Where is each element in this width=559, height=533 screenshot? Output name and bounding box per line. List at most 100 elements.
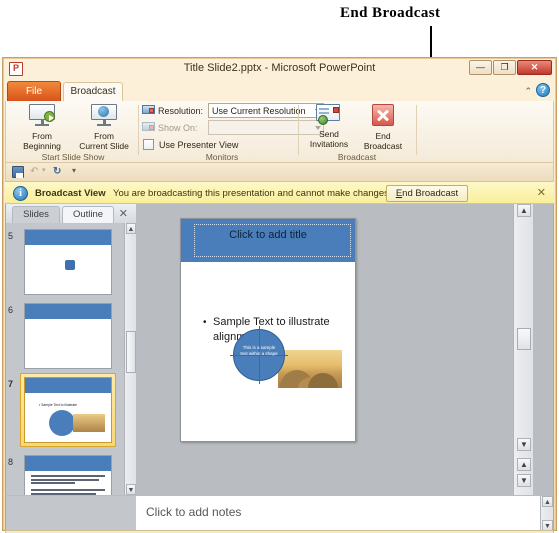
end-broadcast-label-1: End <box>375 131 391 141</box>
scroll-down-icon[interactable]: ▼ <box>517 438 531 451</box>
ribbon: From Beginning From Current Slide Start … <box>5 101 554 163</box>
scroll-up-icon[interactable]: ▲ <box>126 223 136 234</box>
shape-text-line-2: text within a shape <box>240 351 278 356</box>
send-invitations-label-2: Invitations <box>309 139 349 149</box>
scroll-down-icon[interactable]: ▼ <box>126 484 136 495</box>
from-current-slide-icon <box>74 104 134 128</box>
next-slide-icon[interactable]: ▼ <box>517 474 531 487</box>
tab-broadcast[interactable]: Broadcast <box>63 82 123 101</box>
thumbnail-title-band <box>25 456 111 471</box>
info-icon: i <box>13 186 28 201</box>
use-presenter-view-label: Use Presenter View <box>159 140 239 150</box>
broadcast-banner: i Broadcast View You are broadcasting th… <box>5 181 554 204</box>
window-controls: — ❐ ✕ <box>469 60 552 75</box>
ribbon-tabs: File Broadcast ⌃ ? <box>3 80 556 101</box>
from-current-slide-label-1: From <box>94 131 114 141</box>
resolution-label: Resolution: <box>158 106 204 116</box>
thumbnail-slide-7[interactable]: 7 • Sample Text to illustrate <box>8 373 116 447</box>
notes-placeholder[interactable]: Click to add notes <box>146 505 241 519</box>
thumbnail-card: • Sample Text to illustrate <box>24 377 112 443</box>
thumbnail-list: 5 6 7 • Sample Text to illustrate 8 <box>6 223 124 495</box>
undo-icon[interactable]: ↶ <box>30 166 38 177</box>
thumbnail-number: 6 <box>8 305 14 315</box>
resolution-value: Use Current Resolution <box>212 106 306 116</box>
previous-slide-icon[interactable]: ▲ <box>517 458 531 471</box>
ribbon-group-start-slide-show: From Beginning From Current Slide Start … <box>10 101 136 163</box>
show-on-icon <box>142 122 155 133</box>
end-broadcast-banner-label: nd Broadcast <box>402 188 459 199</box>
end-broadcast-banner-button[interactable]: End Broadcast <box>386 185 468 202</box>
thumbnail-slide-6[interactable]: 6 <box>8 303 112 369</box>
scrollbar-thumb[interactable] <box>517 328 531 350</box>
thumbnail-circle-shape <box>49 410 75 436</box>
thumbnail-paragraphs <box>31 475 105 495</box>
send-invitations-icon <box>302 104 356 126</box>
slides-pane-scrollbar[interactable]: ▲ ▼ <box>124 223 136 495</box>
help-icon[interactable]: ? <box>536 83 550 97</box>
restore-button[interactable]: ❐ <box>493 60 516 75</box>
end-broadcast-label-2: Broadcast <box>363 141 403 151</box>
scroll-up-icon[interactable]: ▲ <box>517 204 531 217</box>
undo-dropdown-icon[interactable]: ▾ <box>42 166 46 174</box>
thumbnail-title-band <box>25 304 111 319</box>
send-invitations-button[interactable]: Send Invitations <box>302 104 356 149</box>
thumbnail-card <box>24 455 112 495</box>
minimize-button[interactable]: — <box>469 60 492 75</box>
from-beginning-label-2: Beginning <box>23 141 61 151</box>
shape-text: This is a sample text within a shape <box>237 345 281 357</box>
notes-left-filler <box>6 496 136 531</box>
powerpoint-window: P Title Slide2.pptx - Microsoft PowerPoi… <box>2 57 557 533</box>
thumbnail-clipart <box>65 260 75 270</box>
from-current-slide-button[interactable]: From Current Slide <box>74 104 134 151</box>
tab-outline[interactable]: Outline <box>62 206 114 223</box>
ribbon-separator-1 <box>138 105 139 155</box>
scroll-up-icon[interactable]: ▲ <box>542 496 553 507</box>
notes-scrollbar[interactable]: ▲ ▼ <box>540 496 553 531</box>
picture-hill-2 <box>308 373 338 388</box>
end-broadcast-ribbon-button[interactable]: End Broadcast <box>356 104 410 151</box>
thumbnail-slide-8[interactable]: 8 <box>8 455 112 495</box>
title-bar: P Title Slide2.pptx - Microsoft PowerPoi… <box>3 58 556 80</box>
thumbnail-card <box>24 229 112 295</box>
redo-icon[interactable]: ↻ <box>53 166 61 177</box>
ribbon-separator-3 <box>416 105 417 155</box>
banner-message: You are broadcasting this presentation a… <box>113 188 392 199</box>
group-label-start-slide-show: Start Slide Show <box>41 152 105 162</box>
thumbnail-number: 8 <box>8 457 14 467</box>
resolution-icon <box>142 105 155 116</box>
from-beginning-icon <box>12 104 72 128</box>
tab-file[interactable]: File <box>7 81 61 101</box>
from-beginning-button[interactable]: From Beginning <box>12 104 72 151</box>
annotation-label: End Broadcast <box>340 5 441 21</box>
close-button[interactable]: ✕ <box>517 60 552 75</box>
banner-title: Broadcast View <box>35 188 106 199</box>
thumbnail-body-text: • Sample Text to illustrate <box>39 403 78 407</box>
save-icon[interactable] <box>12 166 24 178</box>
tab-slides[interactable]: Slides <box>12 206 60 223</box>
work-area: Slides Outline ✕ 5 6 7 • Sample Text to … <box>5 204 554 495</box>
slide-canvas: Click to add title • Sample Text to illu… <box>136 204 533 495</box>
close-pane-icon[interactable]: ✕ <box>119 207 128 220</box>
bullet-icon: • <box>203 317 207 328</box>
thumbnail-number: 7 <box>8 379 14 389</box>
minimize-ribbon-icon[interactable]: ⌃ <box>524 86 532 97</box>
ribbon-separator-2 <box>298 105 299 155</box>
thumbnail-number: 5 <box>8 231 14 241</box>
current-slide[interactable]: Click to add title • Sample Text to illu… <box>180 218 356 442</box>
group-label-monitors: Monitors <box>205 152 239 162</box>
banner-close-icon[interactable]: ✕ <box>537 187 546 199</box>
group-label-broadcast: Broadcast <box>337 152 377 162</box>
use-presenter-view-checkbox[interactable] <box>143 139 154 150</box>
slide-circle-shape[interactable]: This is a sample text within a shape <box>230 326 288 384</box>
thumbnail-picture <box>73 414 105 432</box>
slides-outline-tabs: Slides Outline ✕ <box>6 204 136 223</box>
ribbon-group-monitors: Resolution: Use Current Resolution Show … <box>142 101 324 163</box>
customize-icon[interactable]: ▾ <box>72 166 76 175</box>
thumbnail-slide-5[interactable]: 5 <box>8 229 112 295</box>
thumbnail-card <box>24 303 112 369</box>
slide-scrollbar[interactable]: ▲ ▼ ▲ ▼ <box>513 204 533 495</box>
scrollbar-thumb[interactable] <box>126 331 136 373</box>
thumbnail-title-band <box>25 378 111 393</box>
quick-access-toolbar: ↶ ▾ ↻ ▾ <box>5 163 554 181</box>
slides-pane: Slides Outline ✕ 5 6 7 • Sample Text to … <box>6 204 136 495</box>
